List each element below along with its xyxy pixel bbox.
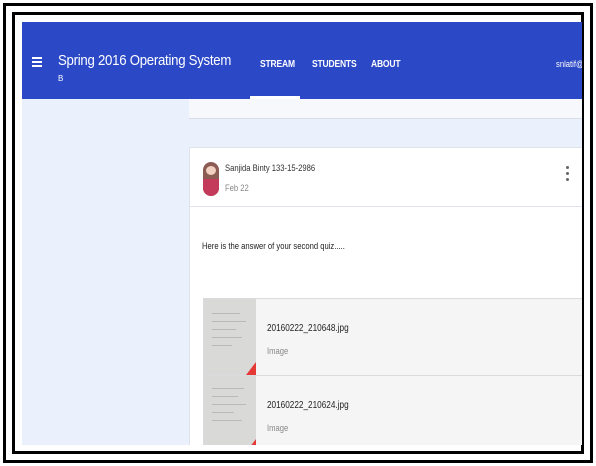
- post-text: Here is the answer of your second quiz..…: [202, 241, 345, 251]
- menu-icon[interactable]: [32, 57, 42, 67]
- post-author: Sanjida Binty 133-15-2986: [225, 163, 316, 173]
- post-date: Feb 22: [225, 183, 249, 193]
- attachment-name[interactable]: 20160222_210624.jpg: [267, 400, 349, 411]
- attachment-type: Image: [267, 346, 289, 356]
- image-file-icon: [246, 362, 256, 375]
- course-title: Spring 2016 Operating System: [58, 52, 232, 69]
- previous-post-bottom: [189, 99, 582, 119]
- classroom-screen: Spring 2016 Operating System B STREAM ST…: [22, 22, 582, 445]
- user-email[interactable]: snlatif@c: [556, 59, 582, 69]
- app-bar: Spring 2016 Operating System B STREAM ST…: [22, 22, 582, 99]
- attachment-name[interactable]: 20160222_210648.jpg: [267, 323, 349, 334]
- tab-stream[interactable]: STREAM: [260, 59, 295, 70]
- image-file-icon: [246, 439, 256, 445]
- tab-about[interactable]: ABOUT: [371, 59, 401, 70]
- stream-post: Sanjida Binty 133-15-2986 Feb 22 Here is…: [189, 147, 582, 445]
- image-thumbnail: [204, 299, 256, 375]
- attachment-type: Image: [267, 423, 289, 433]
- avatar: [203, 162, 219, 196]
- post-divider: [190, 206, 582, 207]
- course-section: B: [58, 74, 64, 83]
- image-thumbnail: [204, 376, 256, 445]
- more-options-icon[interactable]: [566, 166, 570, 184]
- attachment-item[interactable]: 20160222_210648.jpg Image: [203, 298, 582, 376]
- tab-students[interactable]: STUDENTS: [312, 59, 357, 70]
- attachment-item[interactable]: 20160222_210624.jpg Image: [203, 375, 582, 445]
